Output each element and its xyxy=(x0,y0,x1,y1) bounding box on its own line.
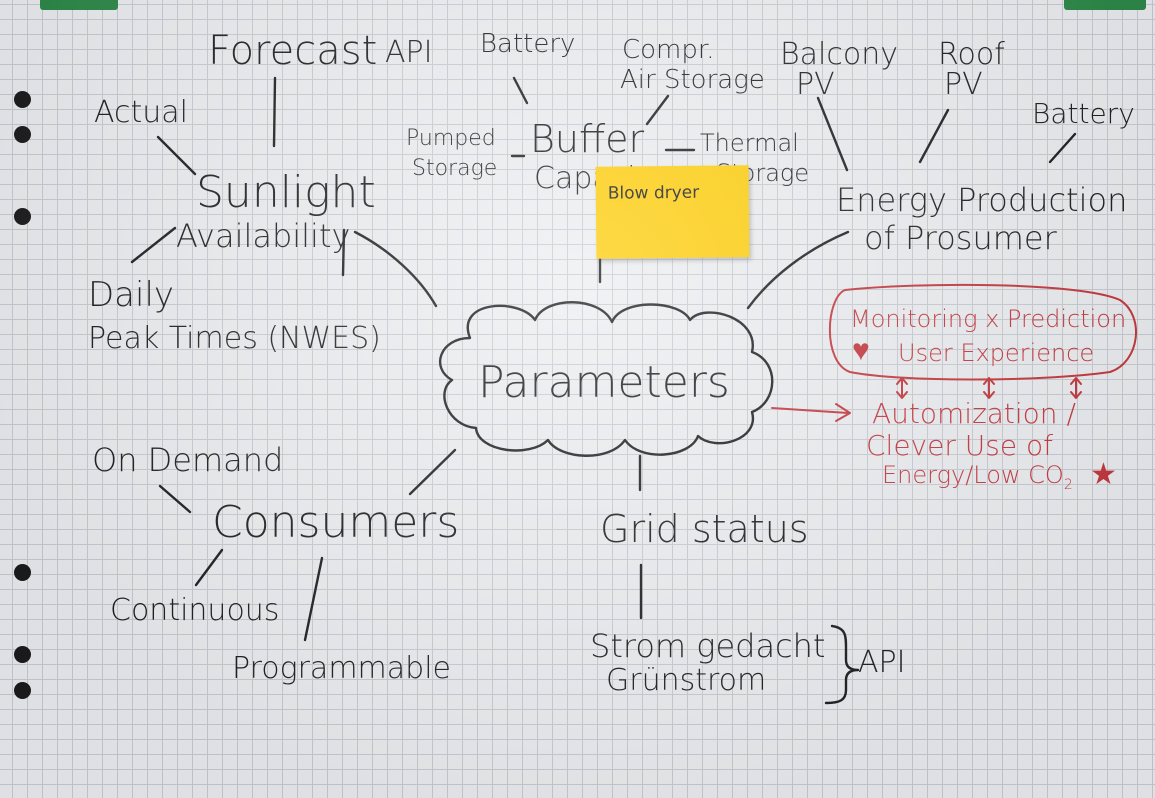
continuous-label: Continuous xyxy=(110,593,280,628)
updown-arrow-2 xyxy=(983,377,995,399)
heart-icon: ♥ xyxy=(852,333,870,368)
sticky-note: Blow dryer xyxy=(595,165,750,259)
compressed-label-1: Compr. xyxy=(622,35,715,65)
roof-label-2: PV xyxy=(944,67,983,102)
star-icon: ★ xyxy=(1090,457,1117,492)
center-parameters: Parameters xyxy=(478,357,730,408)
flipchart-paper: Parameters Forecast API Actual Sunlight … xyxy=(0,0,1155,798)
buffer-title: Buffer xyxy=(530,117,645,161)
buffer-battery-label: Battery xyxy=(480,29,576,59)
thermal-label-1: Thermal xyxy=(700,129,799,157)
peak-times-label: Peak Times (NWES) xyxy=(88,321,381,356)
gruenstrom-label: Grünstrom xyxy=(606,663,767,698)
low-co2-label: Energy/Low CO2 xyxy=(882,461,1073,493)
energy-production-title: Energy Production xyxy=(836,181,1128,219)
updown-arrow-1 xyxy=(896,377,908,399)
strom-gedacht-label: Strom gedacht xyxy=(590,627,826,665)
on-demand-label: On Demand xyxy=(92,441,284,479)
of-prosumer-title: of Prosumer xyxy=(864,219,1057,257)
forecast-label: Forecast xyxy=(208,28,378,74)
monitoring-prediction-label: Monitoring x Prediction xyxy=(850,305,1127,333)
daily-label: Daily xyxy=(88,275,175,315)
sticky-note-text: Blow dryer xyxy=(607,182,700,204)
grid-api-label: API xyxy=(858,645,906,680)
forecast-api-label: API xyxy=(385,35,433,70)
low-co-text: Energy/Low CO xyxy=(882,461,1064,489)
sunlight-title: Sunlight xyxy=(196,167,376,218)
programmable-label: Programmable xyxy=(232,651,451,686)
pumped-label-2: Storage xyxy=(412,156,498,181)
user-experience-label: User Experience xyxy=(898,339,1095,367)
clever-use-label: Clever Use of xyxy=(866,429,1053,462)
balcony-label-2: PV xyxy=(796,67,835,102)
automization-label: Automization / xyxy=(872,397,1076,430)
availability-title: Availability xyxy=(176,217,351,255)
consumers-title: Consumers xyxy=(212,497,460,548)
co2-subscript: 2 xyxy=(1063,476,1073,493)
pumped-label-1: Pumped xyxy=(406,126,496,151)
prosumer-battery-label: Battery xyxy=(1032,97,1135,130)
actual-label: Actual xyxy=(94,95,188,130)
updown-arrow-3 xyxy=(1070,377,1082,399)
grid-status-title: Grid status xyxy=(600,507,809,551)
arrow-right-line xyxy=(771,403,851,422)
compressed-label-2: Air Storage xyxy=(620,65,765,95)
